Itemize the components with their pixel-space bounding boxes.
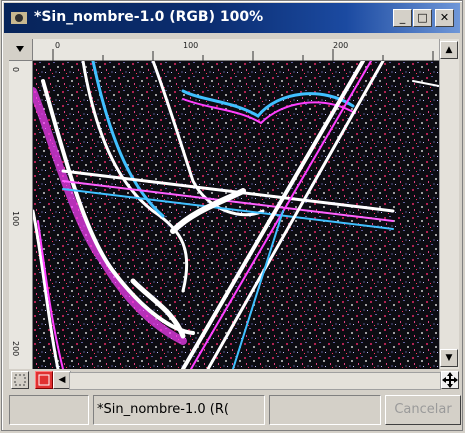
vertical-ruler[interactable]: 0 100 200 [9, 61, 33, 369]
close-button[interactable]: ✕ [435, 9, 454, 27]
hruler-label-200: 200 [333, 41, 349, 50]
horizontal-ruler[interactable]: 0 100 200 [33, 39, 439, 61]
menu-arrow-icon [16, 46, 24, 52]
cancel-button[interactable]: Cancelar [385, 395, 461, 425]
status-coordinates [9, 395, 89, 425]
title-bar[interactable]: *Sin_nombre-1.0 (RGB) 100% _ □ ✕ [4, 3, 460, 33]
close-icon: ✕ [439, 11, 450, 24]
status-message [269, 395, 381, 425]
arrow-left-icon: ◀ [58, 375, 66, 385]
image-canvas[interactable] [33, 61, 439, 369]
navigate-icon [442, 372, 458, 388]
maximize-button[interactable]: □ [413, 9, 432, 27]
bottom-bar: ◀ [9, 369, 459, 391]
minimize-icon: _ [399, 11, 406, 24]
vruler-label-200: 200 [11, 341, 20, 357]
navigate-button[interactable] [441, 371, 459, 389]
hruler-label-100: 100 [183, 41, 199, 50]
vertical-scrollbar[interactable]: ▲ ▼ [439, 39, 459, 369]
vruler-label-100: 100 [11, 211, 20, 227]
image-window: *Sin_nombre-1.0 (RGB) 100% _ □ ✕ 0 100 2 [1, 0, 463, 431]
minimize-button[interactable]: _ [393, 9, 412, 27]
status-bar: *Sin_nombre-1.0 (R( Cancelar [9, 395, 461, 427]
arrow-up-icon: ▲ [445, 45, 453, 55]
mask-icon [38, 374, 50, 386]
arrow-down-icon: ▼ [445, 353, 453, 363]
window-title: *Sin_nombre-1.0 (RGB) 100% [34, 9, 264, 25]
canvas-image [33, 61, 439, 369]
horizontal-scrollbar[interactable] [69, 372, 441, 390]
scroll-down-button[interactable]: ▼ [440, 349, 458, 367]
gimp-icon [11, 12, 27, 24]
hruler-label-0: 0 [55, 41, 61, 50]
quickmask-toggle[interactable] [11, 371, 29, 389]
quickmask-icon [14, 374, 26, 386]
maximize-icon: □ [417, 11, 428, 24]
horizontal-ruler-ticks [52, 49, 434, 61]
quickmask-active-button[interactable] [35, 371, 53, 389]
menu-arrow-button[interactable] [9, 39, 33, 61]
scroll-up-button[interactable]: ▲ [440, 41, 458, 59]
vruler-label-0: 0 [11, 67, 20, 73]
status-image-name: *Sin_nombre-1.0 (R( [93, 395, 265, 425]
